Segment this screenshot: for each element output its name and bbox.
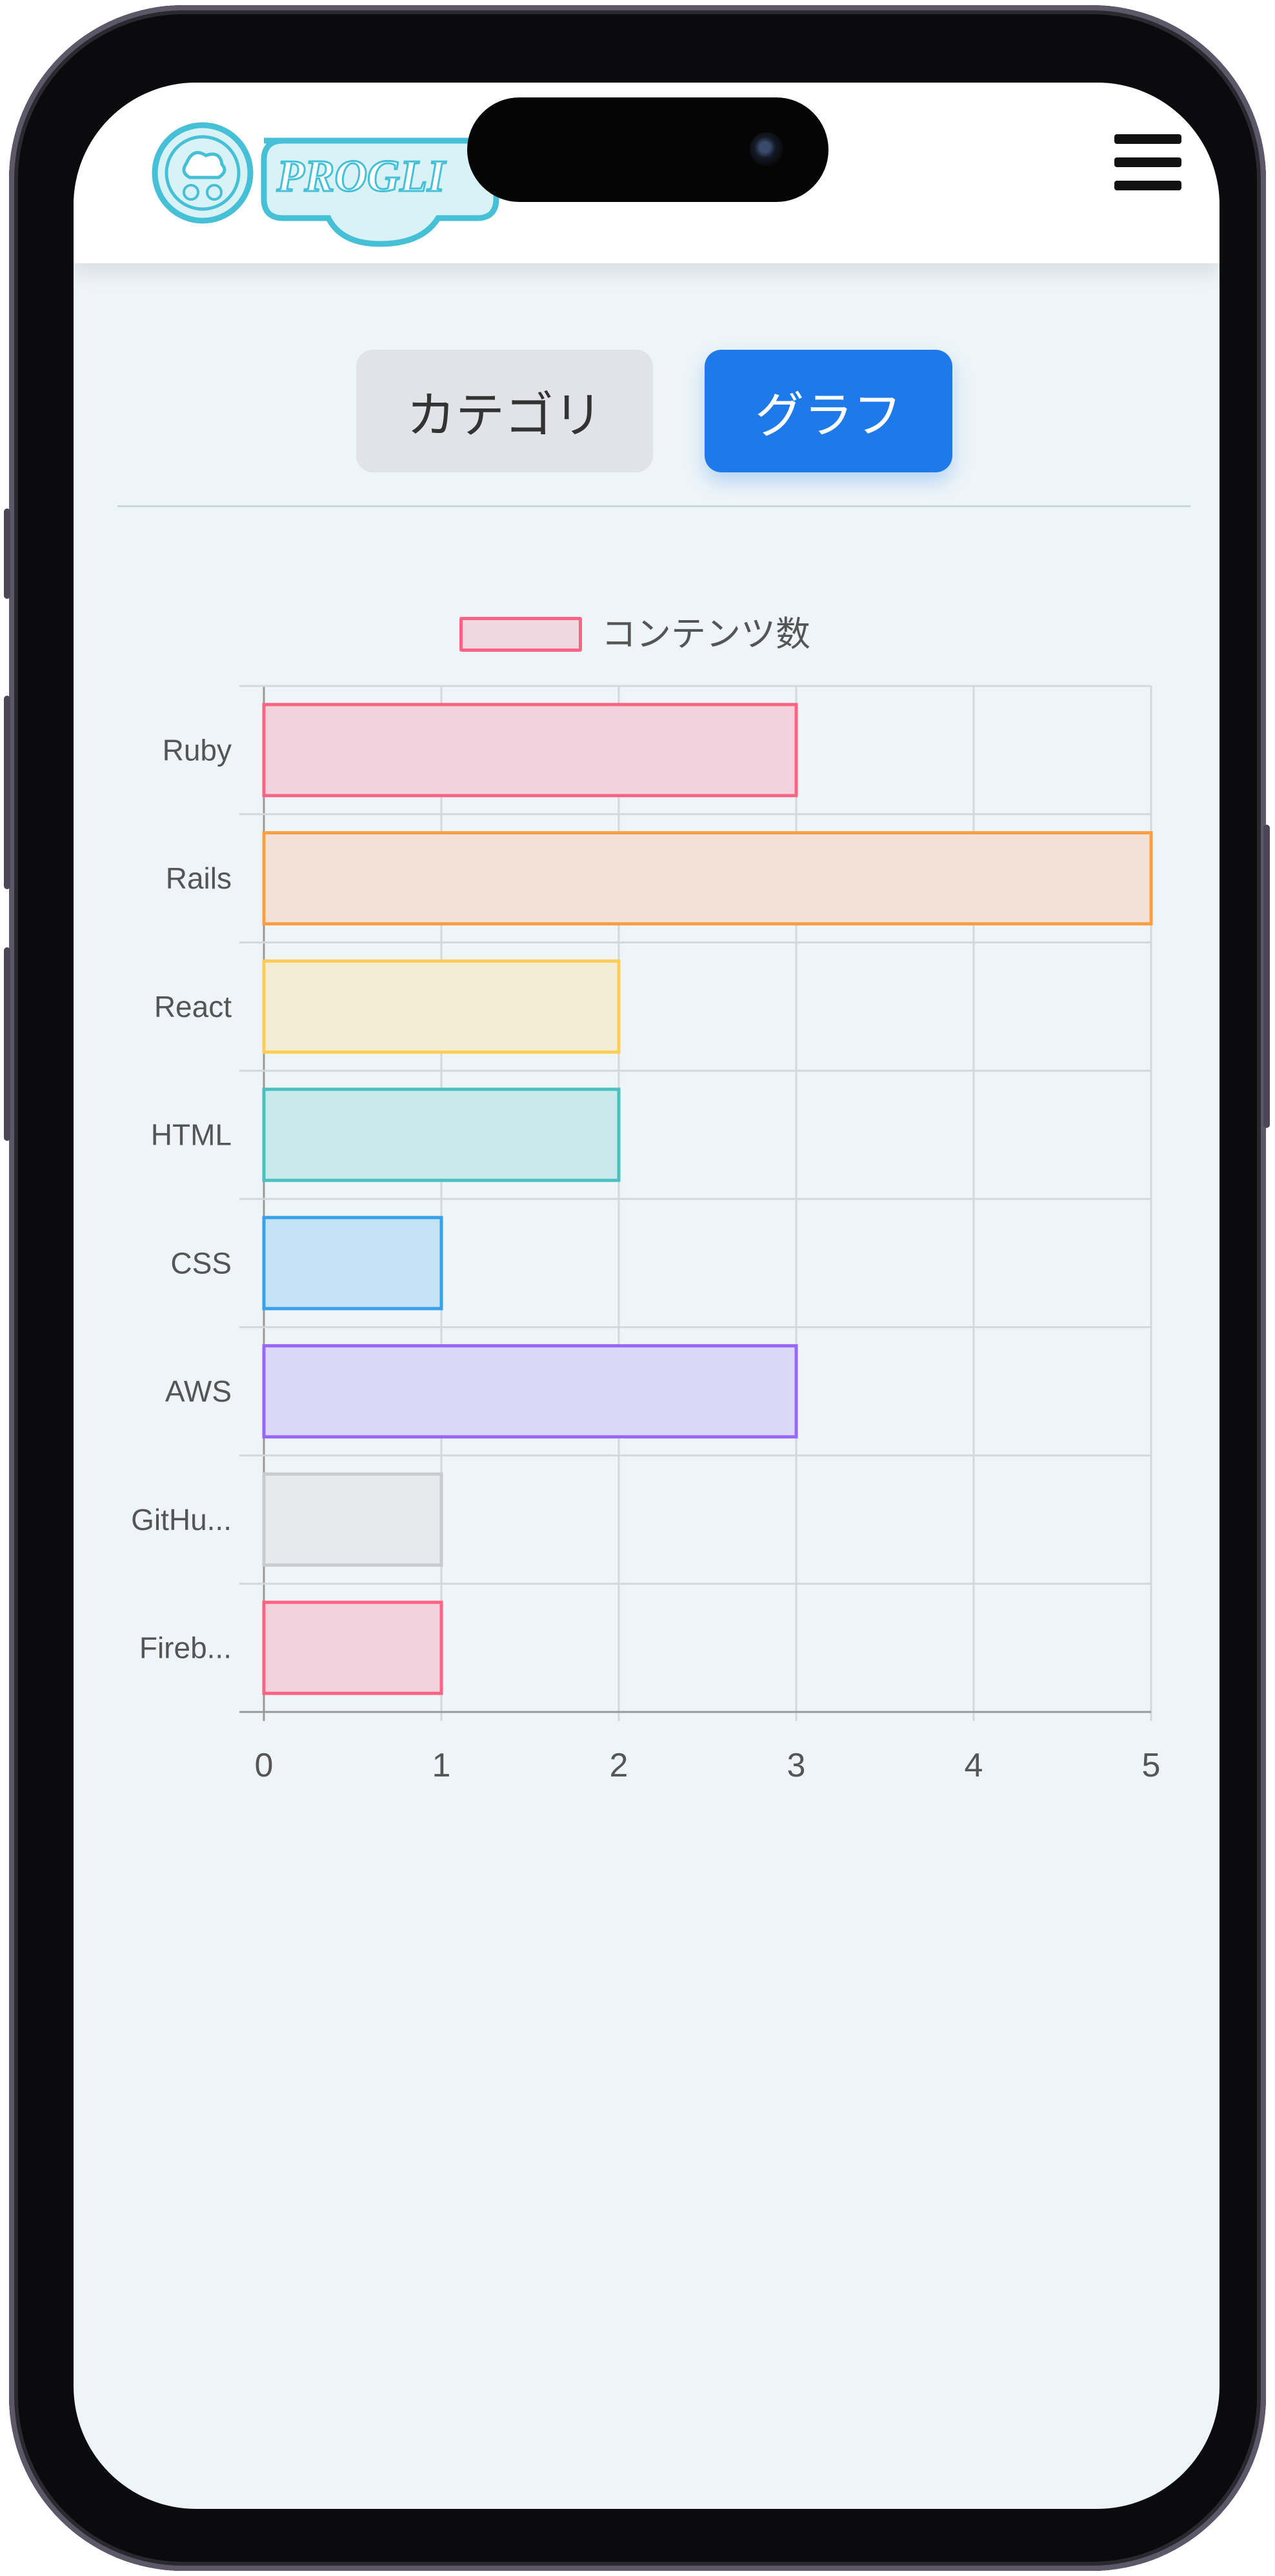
y-tick-label: HTML bbox=[151, 1118, 232, 1152]
bar-html bbox=[262, 1087, 621, 1182]
y-tick-label: AWS bbox=[165, 1374, 232, 1408]
side-button-mute bbox=[4, 508, 10, 599]
x-tick-label: 2 bbox=[610, 1747, 628, 1784]
side-button-volume-up bbox=[4, 696, 10, 889]
y-tick-label: React bbox=[154, 990, 232, 1023]
y-tick-label: CSS bbox=[170, 1246, 232, 1280]
y-tick-label: Ruby bbox=[163, 733, 232, 767]
bar-aws bbox=[262, 1344, 798, 1439]
bar-react bbox=[262, 959, 621, 1054]
bar-ruby bbox=[262, 703, 798, 798]
side-button-volume-down bbox=[4, 947, 10, 1141]
x-tick-label: 1 bbox=[432, 1747, 451, 1784]
bar-githu bbox=[262, 1472, 443, 1567]
side-button-power bbox=[1263, 825, 1270, 1128]
phone-frame: PROGLI カテゴリ グラフ コンテンツ数 0 1 2 3 4 5 Ruby Rails Re… bbox=[4, 5, 1270, 2571]
bar-chart: 0 1 2 3 4 5 Ruby Rails React HTML CSS AWS GitHu... Fi… bbox=[131, 685, 1161, 1784]
bar-css bbox=[262, 1216, 443, 1311]
x-tick-label: 5 bbox=[1142, 1747, 1161, 1784]
y-tick-label: GitHu... bbox=[131, 1503, 232, 1536]
x-tick-label: 4 bbox=[965, 1747, 983, 1784]
bar-fireb bbox=[262, 1600, 443, 1695]
y-tick-label: Rails bbox=[166, 861, 232, 895]
screen: PROGLI カテゴリ グラフ コンテンツ数 0 1 2 3 4 5 Ruby Rails Re… bbox=[74, 83, 1220, 2509]
x-tick-label: 0 bbox=[255, 1747, 274, 1784]
y-tick-label: Fireb... bbox=[139, 1631, 232, 1665]
x-tick-label: 3 bbox=[787, 1747, 806, 1784]
bar-rails bbox=[262, 831, 1153, 926]
